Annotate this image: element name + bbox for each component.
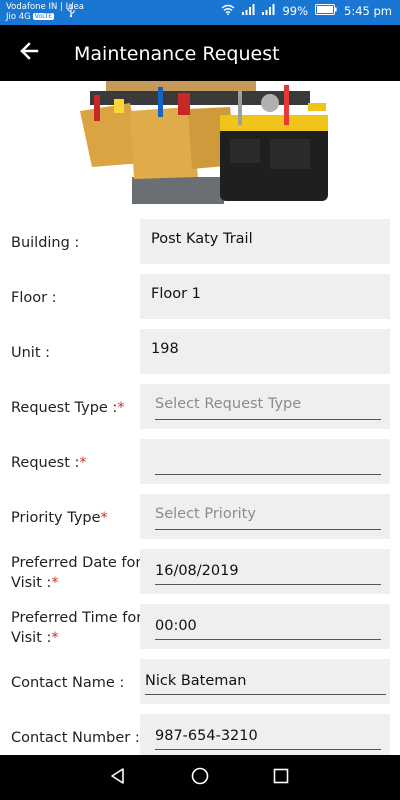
building-field: Post Katy Trail (140, 219, 390, 264)
wifi-icon (221, 4, 235, 18)
nav-back-button[interactable] (105, 765, 131, 791)
usb-icon (67, 5, 75, 20)
arrow-left-icon (19, 42, 39, 64)
contact-number-input[interactable]: 987-654-3210 (140, 714, 390, 759)
floor-field: Floor 1 (140, 274, 390, 319)
preferred-date-row: Preferred Date for Visit :* 16/08/2019 (0, 549, 400, 594)
request-input[interactable] (140, 439, 390, 484)
preferred-time-label: Preferred Time for Visit :* (11, 610, 143, 646)
preferred-date-value: 16/08/2019 (155, 563, 239, 579)
request-type-row: Request Type :* Select Request Type (0, 384, 400, 429)
required-marker: * (79, 455, 87, 471)
priority-type-placeholder: Select Priority (155, 506, 256, 522)
floor-row: Floor : Floor 1 (0, 274, 400, 319)
unit-value: 198 (151, 341, 179, 357)
required-marker: * (100, 510, 108, 526)
square-recent-icon (273, 768, 289, 788)
signal-1-icon (242, 4, 255, 18)
underline (155, 584, 381, 585)
required-marker: * (51, 630, 59, 646)
battery-icon (315, 4, 337, 18)
request-type-select[interactable]: Select Request Type (140, 384, 390, 429)
request-label: Request :* (11, 455, 87, 471)
contact-name-row: Contact Name : Nick Bateman (0, 659, 400, 704)
status-bar: Vodafone IN | Idea Jio 4G VoLTE 99% 5:45 … (0, 0, 400, 25)
preferred-time-field[interactable]: 00:00 (140, 604, 390, 649)
app-bar: Maintenance Request (0, 25, 400, 81)
contact-name-input[interactable]: Nick Bateman (140, 659, 390, 704)
floor-value: Floor 1 (151, 286, 201, 302)
signal-2-icon (262, 4, 275, 18)
circle-home-icon (191, 767, 209, 789)
required-marker: * (117, 400, 125, 416)
carrier-line-2: Jio 4G (6, 12, 31, 22)
page-title: Maintenance Request (74, 43, 280, 65)
unit-row: Unit : 198 (0, 329, 400, 374)
contact-number-value: 987-654-3210 (155, 728, 258, 744)
preferred-time-row: Preferred Time for Visit :* 00:00 (0, 604, 400, 649)
clock: 5:45 pm (344, 4, 392, 18)
nav-recent-button[interactable] (268, 765, 294, 791)
underline (155, 474, 381, 475)
priority-type-row: Priority Type* Select Priority (0, 494, 400, 539)
priority-type-select[interactable]: Select Priority (140, 494, 390, 539)
volte-badge: VoLTE (32, 13, 55, 20)
preferred-date-field[interactable]: 16/08/2019 (140, 549, 390, 594)
contact-name-value: Nick Bateman (145, 673, 247, 689)
preferred-time-value: 00:00 (155, 618, 197, 634)
system-nav-bar (0, 755, 400, 800)
nav-home-button[interactable] (187, 765, 213, 791)
priority-type-label: Priority Type* (11, 510, 108, 526)
triangle-back-icon (109, 767, 127, 789)
request-type-placeholder: Select Request Type (155, 396, 302, 412)
contact-name-label: Contact Name : (11, 675, 125, 691)
request-row: Request :* (0, 439, 400, 484)
back-button[interactable] (14, 38, 44, 68)
contact-number-row: Contact Number : 987-654-3210 (0, 714, 400, 759)
tool-belt-image (70, 81, 338, 204)
underline (155, 529, 381, 530)
underline (155, 419, 381, 420)
preferred-date-label: Preferred Date for Visit :* (11, 555, 142, 591)
building-label: Building : (11, 235, 80, 251)
contact-number-label: Contact Number : (11, 730, 140, 746)
unit-field: 198 (140, 329, 390, 374)
floor-label: Floor : (11, 290, 57, 306)
building-value: Post Katy Trail (151, 231, 253, 247)
required-marker: * (51, 575, 59, 591)
building-row: Building : Post Katy Trail (0, 219, 400, 264)
unit-label: Unit : (11, 345, 51, 361)
underline (155, 639, 381, 640)
battery-percent: 99% (282, 4, 309, 18)
request-type-label: Request Type :* (11, 400, 125, 416)
underline (155, 749, 381, 750)
underline (145, 694, 386, 695)
